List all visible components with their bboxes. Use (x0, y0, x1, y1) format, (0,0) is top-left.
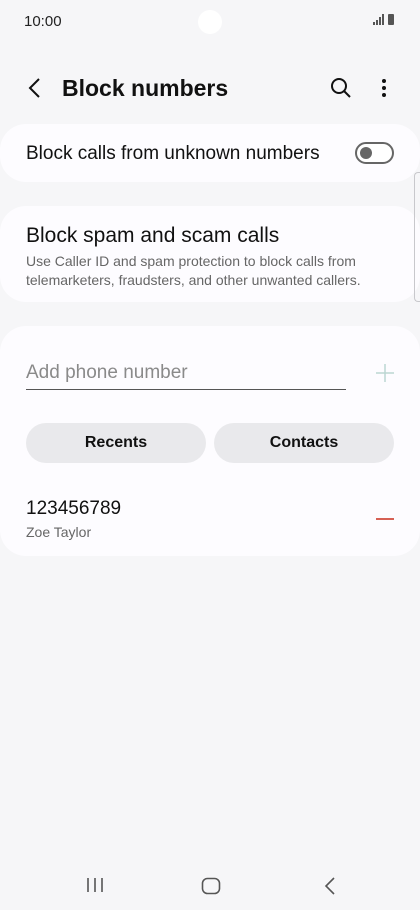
home-icon (201, 877, 221, 895)
recents-button[interactable]: Recents (26, 423, 206, 463)
status-bar: 10:00 (0, 0, 420, 44)
scroll-handle[interactable] (414, 172, 420, 302)
back-button[interactable] (20, 74, 48, 102)
toggle-knob (360, 147, 372, 159)
search-button[interactable] (326, 74, 356, 102)
status-icons (373, 14, 394, 25)
app-bar: Block numbers (0, 62, 420, 114)
battery-icon (388, 14, 394, 25)
recent-apps-button[interactable] (80, 874, 110, 896)
more-vertical-icon (382, 79, 386, 97)
blocked-number: 123456789 (26, 498, 122, 519)
blocked-contact-name: Zoe Taylor (26, 524, 92, 540)
block-unknown-toggle[interactable] (355, 142, 394, 164)
contacts-button[interactable]: Contacts (214, 423, 394, 463)
signal-icon (373, 14, 384, 25)
spam-title: Block spam and scam calls (26, 224, 280, 247)
back-icon (324, 877, 335, 895)
camera-cutout (198, 10, 222, 34)
block-unknown-card[interactable]: Block calls from unknown numbers (0, 124, 420, 182)
block-unknown-label: Block calls from unknown numbers (26, 143, 320, 164)
search-icon (331, 78, 351, 98)
recent-apps-icon (87, 878, 103, 892)
system-back-button[interactable] (318, 873, 342, 899)
spam-protection-card[interactable]: Block spam and scam calls Use Caller ID … (0, 206, 420, 302)
phone-number-input[interactable] (26, 356, 346, 390)
remove-blocked-button[interactable] (372, 509, 398, 529)
more-options-button[interactable] (370, 74, 398, 102)
navigation-bar (0, 862, 420, 908)
spam-description: Use Caller ID and spam protection to blo… (26, 253, 361, 288)
add-number-button[interactable] (372, 360, 398, 386)
add-number-card: Recents Contacts 123456789 Zoe Taylor (0, 326, 420, 556)
page-title: Block numbers (62, 75, 229, 101)
status-time: 10:00 (24, 13, 62, 30)
back-arrow-icon (28, 78, 40, 98)
minus-icon (376, 518, 394, 520)
plus-icon (376, 364, 394, 382)
home-button[interactable] (198, 873, 224, 899)
